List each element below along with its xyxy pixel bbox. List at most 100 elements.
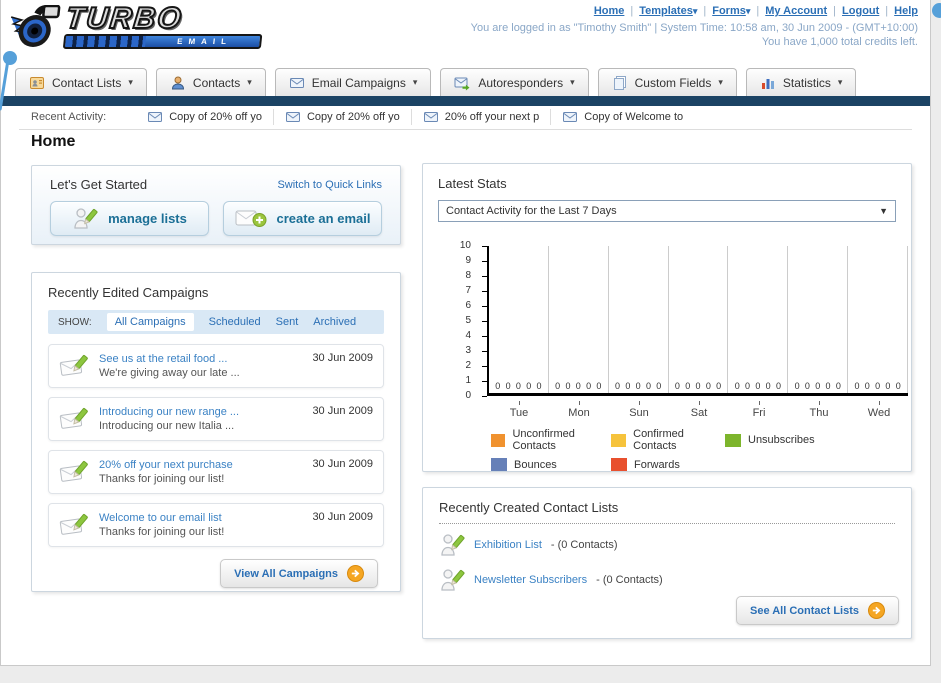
contact-list-item[interactable]: Exhibition List - (0 Contacts) — [439, 531, 895, 559]
bar-value-label: 0 — [565, 381, 571, 391]
tab-label: Autoresponders — [478, 75, 564, 90]
x-axis-label-text: Tue — [509, 407, 529, 419]
x-axis-label-text: Thu — [809, 407, 829, 419]
campaign-subtitle: Introducing our new Italia ... — [99, 420, 235, 432]
tab-contact-lists[interactable]: Contact Lists ▾ — [15, 68, 147, 96]
top-link-home[interactable]: Home — [594, 5, 625, 17]
y-axis-label: 0 — [465, 390, 471, 401]
x-axis-label: Sat — [669, 401, 729, 419]
see-all-contact-lists-button[interactable]: See All Contact Lists — [735, 596, 899, 625]
recent-activity-item-label: Copy of Welcome to — [584, 111, 684, 123]
top-link-logout[interactable]: Logout — [842, 5, 879, 17]
view-all-row: View All Campaigns — [48, 559, 384, 588]
logo: TURBO EMAIL — [7, 1, 266, 51]
bar-value-label: 0 — [625, 381, 631, 391]
axis-tick — [482, 380, 487, 382]
create-email-button[interactable]: create an email — [223, 201, 382, 236]
y-axis-label: 6 — [465, 300, 471, 311]
latest-stats-title: Latest Stats — [438, 176, 507, 191]
status-line-1: You are logged in as "Timothy Smith" | S… — [470, 22, 918, 34]
chevron-down-icon: ▾ — [745, 6, 751, 16]
contact-list-count: - (0 Contacts) — [550, 539, 618, 551]
switch-quick-links-link[interactable]: Switch to Quick Links — [277, 179, 382, 191]
x-axis-label-text: Wed — [867, 407, 891, 419]
y-axis-label: 8 — [465, 270, 471, 281]
contact-lists-panel: Recently Created Contact Lists Exhibitio… — [422, 487, 912, 639]
show-label: SHOW: — [58, 316, 92, 328]
recent-activity-items: Copy of 20% off yo Copy of 20% off yo 20% … — [136, 109, 694, 125]
bar-value-label: 0 — [515, 381, 521, 391]
campaign-item[interactable]: Welcome to our email list Thanks for join… — [48, 503, 384, 547]
campaign-title-link[interactable]: 20% off your next purchase — [99, 458, 302, 472]
bar-value-label: 0 — [705, 381, 711, 391]
separator: | — [756, 5, 760, 17]
tab-autoresponders[interactable]: Autoresponders ▾ — [440, 68, 589, 96]
filter-archived[interactable]: Archived — [313, 316, 356, 328]
recent-activity-item[interactable]: Copy of 20% off yo — [274, 109, 412, 125]
recent-activity-item[interactable]: Copy of Welcome to — [551, 109, 694, 125]
x-axis-label: Wed — [849, 401, 909, 419]
contact-list-name-link[interactable]: Newsletter Subscribers — [474, 574, 587, 586]
see-all-contact-lists-label: See All Contact Lists — [749, 604, 859, 617]
bar-chart-icon — [760, 75, 776, 91]
person-pencil-icon — [439, 531, 465, 559]
recent-activity-item[interactable]: 20% off your next p — [412, 109, 552, 125]
get-started-title: Let's Get Started — [50, 177, 148, 192]
bar-value-label: 0 — [495, 381, 501, 391]
campaign-item[interactable]: Introducing our new range ... Introducing… — [48, 397, 384, 441]
campaign-title-link[interactable]: See us at the retail food ... — [99, 352, 302, 366]
top-link-help[interactable]: Help — [894, 5, 918, 17]
contact-list-item[interactable]: Newsletter Subscribers - (0 Contacts) — [439, 566, 895, 594]
contact-activity-chart: 0 1 2 3 4 5 6 7 8 9 10 000000000000000000000000000… — [423, 240, 911, 446]
legend-item: Unconfirmed Contacts — [491, 428, 611, 452]
contact-list-name-link[interactable]: Exhibition List — [474, 539, 542, 551]
tab-statistics[interactable]: Statistics ▾ — [745, 68, 857, 96]
legend-swatch — [491, 458, 507, 471]
top-link-forms[interactable]: Forms ▾ — [712, 5, 750, 17]
envelope-pencil-icon — [59, 511, 89, 539]
tab-email-campaigns[interactable]: Email Campaigns ▾ — [274, 68, 432, 96]
bar-value-label: 0 — [835, 381, 841, 391]
x-axis-label-text: Sun — [629, 407, 649, 419]
envelope-icon — [147, 109, 163, 125]
manage-lists-button[interactable]: manage lists — [50, 201, 209, 236]
campaign-date: 30 Jun 2009 — [312, 352, 373, 364]
axis-tick — [482, 305, 487, 307]
campaign-item[interactable]: See us at the retail food ... We're givin… — [48, 344, 384, 388]
axis-tick — [579, 401, 580, 405]
campaign-texts: 20% off your next purchase Thanks for joi… — [99, 458, 302, 486]
legend-label: Confirmed Contacts — [633, 428, 684, 452]
campaign-item[interactable]: 20% off your next purchase Thanks for joi… — [48, 450, 384, 494]
chevron-down-icon: ▾ — [247, 77, 252, 87]
value-labels: 00000 — [849, 381, 906, 391]
x-axis-label: Fri — [729, 401, 789, 419]
value-labels: 00000 — [789, 381, 846, 391]
filter-all-campaigns[interactable]: All Campaigns — [106, 313, 194, 331]
legend-label: Unsubscribes — [748, 434, 815, 446]
tab-custom-fields[interactable]: Custom Fields ▾ — [597, 68, 737, 96]
bar-value-label: 0 — [586, 381, 592, 391]
campaign-title-link[interactable]: Welcome to our email list — [99, 511, 302, 525]
chevron-down-icon: ▾ — [128, 77, 133, 87]
turbo-turbine-icon — [7, 5, 64, 51]
campaign-subtitle: Thanks for joining our list! — [99, 526, 225, 538]
filter-scheduled[interactable]: Scheduled — [209, 316, 261, 328]
chevron-down-icon: ▾ — [692, 6, 698, 16]
tab-contacts[interactable]: Contacts ▾ — [155, 68, 266, 96]
view-all-campaigns-button[interactable]: View All Campaigns — [220, 559, 378, 588]
stats-period-select[interactable]: Contact Activity for the Last 7 Days ▼ — [438, 200, 896, 222]
manage-lists-label: manage lists — [108, 211, 187, 226]
campaign-title-link[interactable]: Introducing our new range ... — [99, 405, 302, 419]
filter-sent[interactable]: Sent — [276, 316, 299, 328]
latest-stats-panel: Latest Stats Contact Activity for the La… — [422, 163, 912, 472]
top-link-templates[interactable]: Templates ▾ — [639, 5, 697, 17]
recent-activity-item[interactable]: Copy of 20% off yo — [136, 109, 274, 125]
bar-value-label: 0 — [555, 381, 561, 391]
recent-activity-item-label: Copy of 20% off yo — [306, 111, 400, 123]
recent-activity-item-label: Copy of 20% off yo — [169, 111, 262, 123]
chart-day-group: 00000 — [609, 246, 669, 393]
top-link-my-account[interactable]: My Account — [765, 5, 827, 17]
campaign-texts: Welcome to our email list Thanks for join… — [99, 511, 302, 539]
envelope-pencil-icon — [59, 352, 89, 380]
logo-text: TURBO EMAIL — [62, 1, 266, 49]
